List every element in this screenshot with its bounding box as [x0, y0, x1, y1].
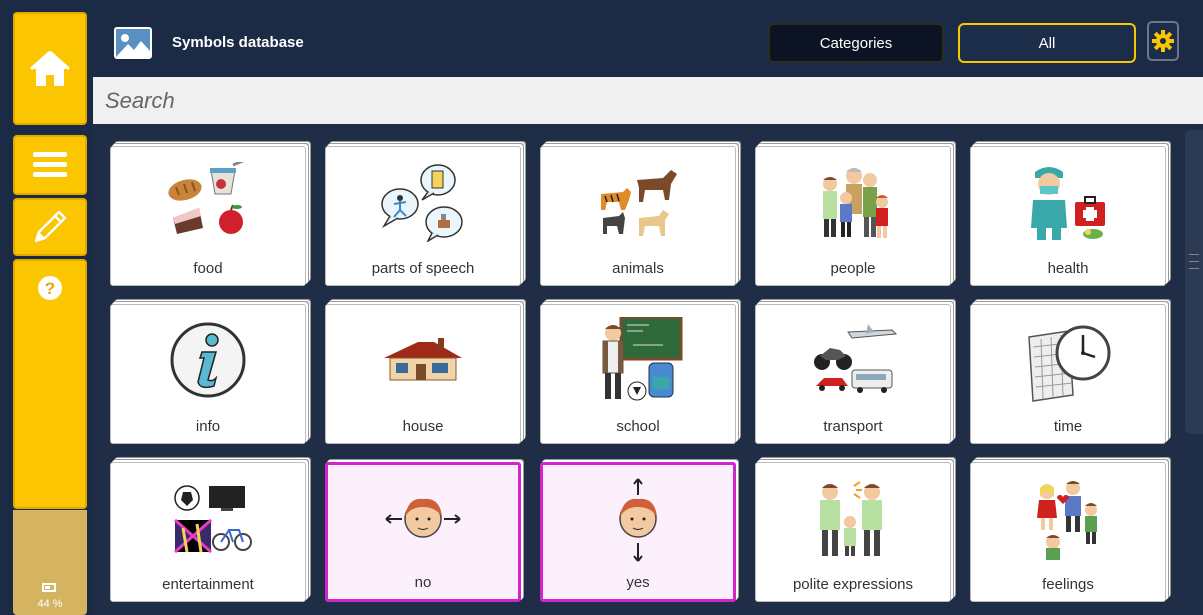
help-button[interactable]: ? [13, 259, 87, 509]
pencil-icon [34, 210, 67, 243]
tile-label: house [402, 418, 444, 435]
tile-transport[interactable]: transport [755, 304, 951, 444]
head-nod-icon [543, 475, 733, 565]
scrollbar-thumb[interactable] [1188, 248, 1200, 308]
tile-label: polite expressions [792, 576, 914, 593]
animals-icon [541, 157, 735, 247]
tile-label: no [414, 574, 432, 591]
tile-label: parts of speech [371, 260, 475, 277]
calendar-clock-icon [971, 315, 1165, 405]
tile-polite-expressions[interactable]: polite expressions [755, 462, 951, 602]
head-shake-icon [328, 475, 518, 565]
feelings-icon [971, 473, 1165, 563]
entertainment-icon [111, 473, 305, 563]
polite-expressions-icon [756, 473, 950, 563]
tile-label: people [830, 260, 876, 277]
speech-bubbles-icon [326, 157, 520, 247]
svg-text:?: ? [45, 279, 55, 298]
tile-label: health [1047, 260, 1089, 277]
status-panel: 44 % [13, 510, 87, 615]
people-icon [756, 157, 950, 247]
tile-animals[interactable]: animals [540, 146, 736, 286]
tile-label: time [1053, 418, 1083, 435]
gear-icon [1152, 30, 1174, 52]
tile-info[interactable]: info [110, 304, 306, 444]
food-icon [111, 157, 305, 247]
tile-health[interactable]: health [970, 146, 1166, 286]
page-title: Symbols database [172, 34, 304, 51]
menu-icon [33, 152, 67, 177]
home-button[interactable] [13, 12, 87, 125]
transport-icon [756, 315, 950, 405]
help-icon: ? [38, 276, 62, 300]
scrollbar[interactable] [1185, 130, 1203, 434]
tile-no[interactable]: no [325, 462, 521, 602]
search-input[interactable] [93, 77, 1203, 124]
home-icon [29, 50, 71, 86]
menu-button[interactable] [13, 135, 87, 195]
settings-button[interactable] [1147, 21, 1179, 61]
tile-school[interactable]: school [540, 304, 736, 444]
school-icon [541, 315, 735, 405]
tile-entertainment[interactable]: entertainment [110, 462, 306, 602]
all-button[interactable]: All [958, 23, 1136, 63]
tile-label: transport [823, 418, 883, 435]
tile-label: school [616, 418, 660, 435]
header: Symbols database Categories All [92, 0, 1203, 78]
house-icon [326, 315, 520, 405]
tile-time[interactable]: time [970, 304, 1166, 444]
tile-feelings[interactable]: feelings [970, 462, 1166, 602]
tile-food[interactable]: food [110, 146, 306, 286]
edit-button[interactable] [13, 198, 87, 256]
tile-label: yes [626, 574, 650, 591]
tile-label: entertainment [162, 576, 254, 593]
tile-house[interactable]: house [325, 304, 521, 444]
info-icon [111, 315, 305, 405]
tile-label: info [195, 418, 221, 435]
tile-yes[interactable]: yes [540, 462, 736, 602]
tile-label: feelings [1042, 576, 1094, 593]
tile-people[interactable]: people [755, 146, 951, 286]
categories-button[interactable]: Categories [768, 23, 944, 63]
doctor-icon [971, 157, 1165, 247]
battery-icon [42, 583, 56, 592]
tile-parts-of-speech[interactable]: parts of speech [325, 146, 521, 286]
tile-label: animals [612, 260, 664, 277]
left-rail: ? 44 % [0, 0, 92, 615]
tile-label: food [193, 260, 223, 277]
battery-level: 44 % [37, 598, 63, 610]
image-icon [114, 27, 152, 59]
